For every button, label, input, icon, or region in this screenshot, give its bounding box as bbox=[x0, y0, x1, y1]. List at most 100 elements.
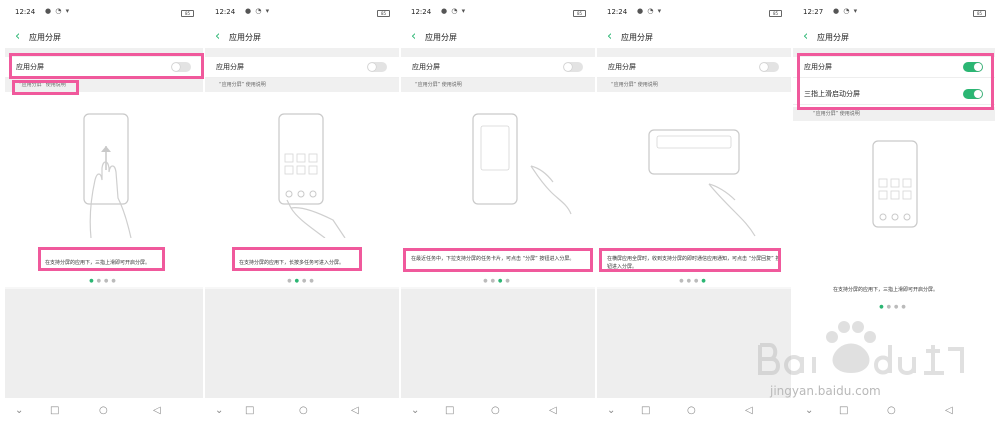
chevron-down-icon[interactable]: ⌄ bbox=[15, 405, 23, 416]
spacer bbox=[401, 48, 595, 57]
setting-row-split-screen[interactable]: 应用分屏 bbox=[205, 57, 399, 78]
page-title: 应用分屏 bbox=[229, 33, 261, 42]
triangle-back-icon[interactable]: ◁ bbox=[945, 405, 953, 416]
status-bar: 12:24 ● ◔ ▾ 85 bbox=[5, 0, 203, 30]
status-icons: ● ◔ ▾ bbox=[441, 7, 467, 15]
chevron-down-icon[interactable]: ⌄ bbox=[805, 405, 813, 416]
empty-panel bbox=[5, 289, 203, 398]
square-recents-icon[interactable]: □ bbox=[641, 405, 650, 416]
status-icons: ● ◔ ▾ bbox=[45, 7, 71, 15]
three-finger-swipe-illustration bbox=[83, 113, 132, 238]
title-bar: ‹ 应用分屏 bbox=[401, 29, 595, 48]
usage-hint-text: “应用分屏” 使用说明 bbox=[415, 82, 462, 88]
status-icons: ● ◔ ▾ bbox=[245, 7, 271, 15]
navigation-bar: ⌄ □ ○ ◁ bbox=[205, 398, 399, 426]
status-bar: 12:27 ● ◔ ▾ 85 bbox=[793, 0, 995, 30]
triangle-back-icon[interactable]: ◁ bbox=[549, 405, 557, 416]
setting-row-split-screen[interactable]: 应用分屏 bbox=[401, 57, 595, 78]
page-title: 应用分屏 bbox=[29, 33, 61, 42]
page-title: 应用分屏 bbox=[425, 33, 457, 42]
page-indicator: ●●●● bbox=[679, 278, 709, 284]
toggle-knob bbox=[564, 63, 572, 71]
toggle-knob bbox=[760, 63, 768, 71]
circle-home-icon[interactable]: ○ bbox=[491, 405, 500, 416]
square-recents-icon[interactable]: □ bbox=[245, 405, 254, 416]
circle-home-icon[interactable]: ○ bbox=[687, 405, 696, 416]
status-time: 12:24 bbox=[411, 8, 432, 16]
page-indicator: ●●●● bbox=[89, 278, 119, 284]
chevron-left-icon[interactable]: ‹ bbox=[215, 29, 220, 44]
usage-hint: “应用分屏” 使用说明 bbox=[597, 78, 791, 92]
highlight-box bbox=[403, 248, 593, 272]
triangle-back-icon[interactable]: ◁ bbox=[153, 405, 161, 416]
chevron-left-icon[interactable]: ‹ bbox=[607, 29, 612, 44]
status-time: 12:24 bbox=[215, 8, 236, 16]
title-bar: ‹ 应用分屏 bbox=[597, 29, 791, 48]
status-time: 12:24 bbox=[15, 8, 36, 16]
highlight-box bbox=[38, 247, 165, 271]
long-press-recents-illustration bbox=[278, 113, 346, 238]
highlight-box bbox=[9, 53, 204, 79]
setting-label: 应用分屏 bbox=[412, 63, 440, 71]
square-recents-icon[interactable]: □ bbox=[445, 405, 454, 416]
status-icons: ● ◔ ▾ bbox=[637, 7, 663, 15]
title-bar: ‹ 应用分屏 bbox=[5, 29, 203, 48]
caption-text: 在支持分屏的应用下，三指上滑即可开启分屏。 bbox=[833, 287, 939, 293]
usage-hint: “应用分屏” 使用说明 bbox=[205, 78, 399, 92]
battery-icon: 85 bbox=[973, 10, 986, 17]
spacer bbox=[205, 48, 399, 57]
split-screen-toggle[interactable] bbox=[563, 62, 583, 72]
page-indicator: ●●●● bbox=[287, 278, 317, 284]
navigation-bar: ⌄ □ ○ ◁ bbox=[5, 398, 203, 426]
battery-icon: 85 bbox=[769, 10, 782, 17]
usage-hint: “应用分屏” 使用说明 bbox=[401, 78, 595, 92]
chevron-left-icon[interactable]: ‹ bbox=[411, 29, 416, 44]
usage-hint-text: “应用分屏” 使用说明 bbox=[219, 82, 266, 88]
usage-hint-text: “应用分屏” 使用说明 bbox=[611, 82, 658, 88]
circle-home-icon[interactable]: ○ bbox=[887, 405, 896, 416]
status-bar: 12:24 ● ◔ ▾ 85 bbox=[401, 0, 595, 30]
screen-2: 12:24 ● ◔ ▾ 85 ‹ 应用分屏 应用分屏 “应用分屏” 使用说明 在… bbox=[205, 0, 399, 426]
square-recents-icon[interactable]: □ bbox=[50, 405, 59, 416]
empty-panel bbox=[401, 289, 595, 398]
battery-icon: 85 bbox=[377, 10, 390, 17]
screen-3: 12:24 ● ◔ ▾ 85 ‹ 应用分屏 应用分屏 “应用分屏” 使用说明 在… bbox=[401, 0, 595, 426]
status-bar: 12:24 ● ◔ ▾ 85 bbox=[205, 0, 399, 30]
status-time: 12:27 bbox=[803, 8, 824, 16]
navigation-bar: ⌄ □ ○ ◁ bbox=[401, 398, 595, 426]
chevron-left-icon[interactable]: ‹ bbox=[803, 29, 808, 44]
split-screen-toggle[interactable] bbox=[759, 62, 779, 72]
phone-illustration bbox=[872, 140, 918, 228]
recents-drag-illustration bbox=[472, 113, 572, 215]
highlight-box bbox=[232, 247, 362, 271]
status-bar: 12:24 ● ◔ ▾ 85 bbox=[597, 0, 791, 30]
landscape-notification-illustration bbox=[648, 129, 756, 237]
circle-home-icon[interactable]: ○ bbox=[299, 405, 308, 416]
toggle-knob bbox=[368, 63, 376, 71]
split-screen-toggle[interactable] bbox=[367, 62, 387, 72]
battery-icon: 85 bbox=[573, 10, 586, 17]
watermark-url: jingyan.baidu.com bbox=[770, 384, 881, 398]
title-bar: ‹ 应用分屏 bbox=[793, 29, 995, 48]
circle-home-icon[interactable]: ○ bbox=[99, 405, 108, 416]
chevron-down-icon[interactable]: ⌄ bbox=[215, 405, 223, 416]
status-time: 12:24 bbox=[607, 8, 628, 16]
battery-icon: 85 bbox=[181, 10, 194, 17]
chevron-down-icon[interactable]: ⌄ bbox=[411, 405, 419, 416]
highlight-box bbox=[599, 248, 781, 272]
highlight-box bbox=[12, 80, 79, 95]
empty-panel bbox=[205, 289, 399, 398]
title-bar: ‹ 应用分屏 bbox=[205, 29, 399, 48]
chevron-down-icon[interactable]: ⌄ bbox=[607, 405, 615, 416]
highlight-box bbox=[797, 53, 994, 110]
page-indicator: ●●●● bbox=[879, 304, 909, 310]
setting-label: 应用分屏 bbox=[608, 63, 636, 71]
square-recents-icon[interactable]: □ bbox=[839, 405, 848, 416]
setting-row-split-screen[interactable]: 应用分屏 bbox=[597, 57, 791, 78]
usage-hint-text: “应用分屏” 使用说明 bbox=[813, 111, 860, 117]
triangle-back-icon[interactable]: ◁ bbox=[351, 405, 359, 416]
triangle-back-icon[interactable]: ◁ bbox=[745, 405, 753, 416]
page-title: 应用分屏 bbox=[621, 33, 653, 42]
chevron-left-icon[interactable]: ‹ bbox=[15, 29, 20, 44]
status-icons: ● ◔ ▾ bbox=[833, 7, 859, 15]
